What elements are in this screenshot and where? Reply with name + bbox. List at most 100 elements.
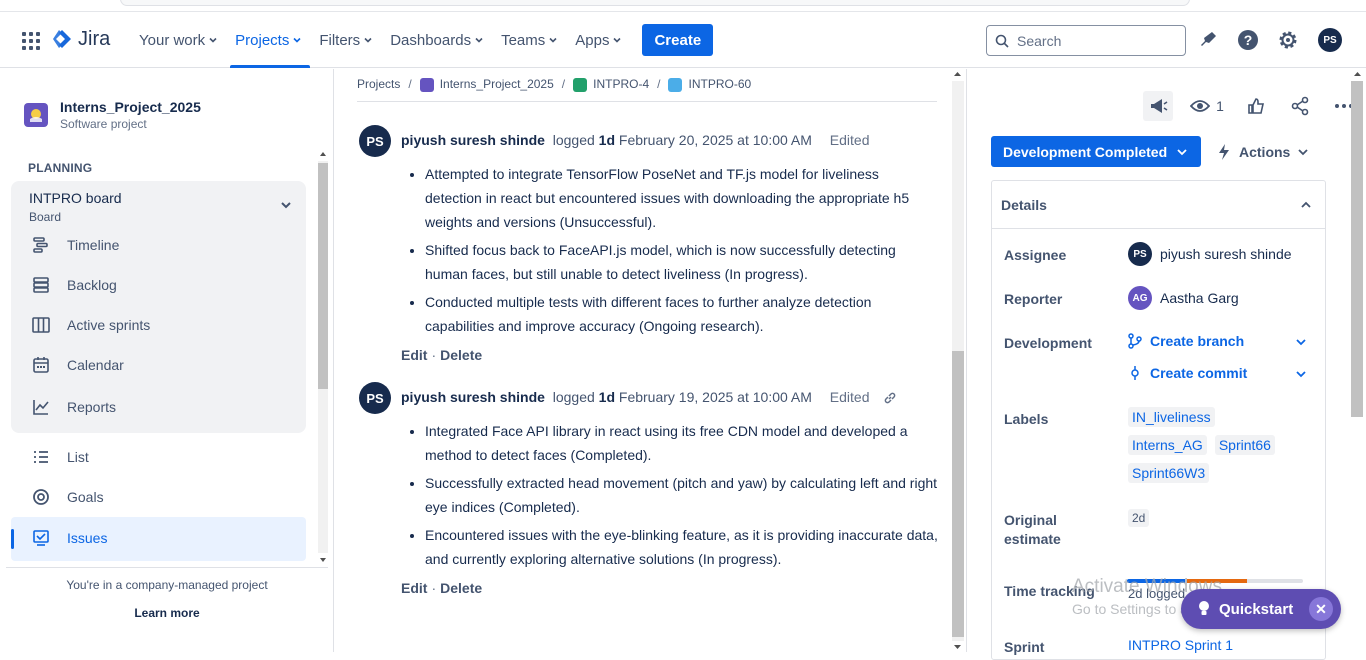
assignee-field[interactable]: PS piyush suresh shinde [1128,242,1292,266]
user-avatar[interactable]: PS [1318,28,1342,52]
chevron-down-icon[interactable] [280,199,292,211]
link-icon[interactable] [883,391,897,405]
learn-more-link[interactable]: Learn more [0,606,334,620]
nav-apps[interactable]: Apps [566,12,630,68]
help-icon[interactable]: ? [1236,28,1260,52]
avatar[interactable]: PS [359,125,391,157]
search-input[interactable]: Search [986,25,1186,56]
nav-teams[interactable]: Teams [492,12,566,68]
nav-dashboards[interactable]: Dashboards [381,12,492,68]
worklog-header: piyush suresh shinde logged 1d February … [401,389,897,405]
share-icon[interactable] [1285,91,1315,121]
details-header[interactable]: Details [992,181,1325,229]
watch-button[interactable]: 1 [1187,91,1227,121]
nav-label: Filters [319,31,361,49]
settings-gear-icon[interactable] [1276,28,1300,52]
list-item: Integrated Face API library in react usi… [425,419,939,467]
scroll-up-arrow-icon[interactable] [950,69,965,79]
assignee-name: piyush suresh shinde [1160,246,1292,262]
actions-label: Actions [1239,143,1291,160]
reporter-name: Aastha Garg [1160,290,1239,306]
story-icon [573,77,588,92]
edit-button[interactable]: Edit [401,347,427,363]
edit-button[interactable]: Edit [401,580,427,596]
nav-filters[interactable]: Filters [310,12,381,68]
sidebar-item-goals[interactable]: Goals [31,487,104,507]
chevron-up-icon[interactable] [1301,200,1311,210]
sidebar-item-calendar[interactable]: Calendar [31,355,124,375]
worklog-author[interactable]: piyush suresh shinde [401,389,545,405]
right-panel-scrollbar[interactable] [1349,69,1366,652]
scroll-down-arrow-icon[interactable] [316,555,330,565]
project-header[interactable]: Interns_Project_2025 Software project [24,99,201,131]
avatar[interactable]: PS [359,382,391,414]
label-chip[interactable]: Interns_AG [1128,435,1207,455]
delete-button[interactable]: Delete [440,347,482,363]
chevron-down-icon[interactable] [1296,337,1306,347]
worklog-date: February 20, 2025 at 10:00 AM [618,132,812,148]
project-name: Interns_Project_2025 [60,99,201,115]
sidebar-item-reports[interactable]: Reports [31,397,116,417]
board-title: INTPRO board [29,190,122,206]
sidebar-item-label: Issues [67,530,108,546]
jira-logo[interactable]: Jira [52,28,110,51]
list-item: Shifted focus back to FaceAPI.js model, … [425,238,939,286]
create-branch-link[interactable]: Create branch [1128,333,1308,349]
delete-button[interactable]: Delete [440,580,482,596]
notifications-icon[interactable] [1196,28,1220,52]
original-estimate-value: 2d [1128,509,1150,527]
sidebar-item-label: Reports [67,399,117,415]
close-icon[interactable]: ✕ [1309,597,1333,621]
breadcrumb-projects[interactable]: Projects [357,77,400,91]
commit-icon [1131,366,1139,380]
scroll-up-arrow-icon[interactable] [316,149,330,159]
actions-dropdown[interactable]: Actions [1217,136,1308,167]
main-scrollbar[interactable] [950,69,965,652]
chevron-down-icon [293,37,301,43]
worklog-logged-word: logged [552,132,595,148]
scroll-down-arrow-icon[interactable] [950,642,965,652]
chevron-down-icon[interactable] [1296,369,1306,379]
app-switcher-icon[interactable] [22,32,40,50]
nav-projects[interactable]: Projects [226,12,311,68]
nav-label: Teams [501,31,546,49]
breadcrumb-project[interactable]: Interns_Project_2025 [419,77,554,92]
issue-details-panel: 1 Development Completed Actions Details … [966,69,1366,660]
worklog-entry: PS piyush suresh shinde logged 1d Februa… [359,382,939,632]
worklog-actions: Edit · Delete [401,347,483,363]
quickstart-button[interactable]: Quickstart ✕ [1181,589,1341,629]
original-estimate-field[interactable]: 2d [1128,509,1150,527]
create-commit-label: Create commit [1150,365,1248,381]
sidebar-item-backlog[interactable]: Backlog [31,275,117,295]
worklog-author[interactable]: piyush suresh shinde [401,132,545,148]
watch-count: 1 [1216,98,1224,114]
create-button[interactable]: Create [642,24,714,56]
feedback-megaphone-icon[interactable] [1143,91,1173,121]
labels-label: Labels [1004,411,1049,427]
sidebar-item-issues[interactable]: Issues [31,528,107,548]
label-chip[interactable]: IN_liveliness [1128,407,1215,427]
search-placeholder: Search [1017,32,1062,49]
list-item: Attempted to integrate TensorFlow PoseNe… [425,162,939,234]
breadcrumb-issue[interactable]: INTPRO-60 [668,77,751,92]
create-commit-link[interactable]: Create commit [1128,365,1308,381]
sidebar-item-timeline[interactable]: Timeline [31,235,119,255]
sprint-link[interactable]: INTPRO Sprint 1 [1128,637,1233,653]
like-thumbs-up-icon[interactable] [1241,91,1271,121]
edited-label: Edited [829,132,870,148]
search-icon [995,34,1009,48]
scroll-up-arrow-icon[interactable] [1349,69,1366,79]
breadcrumb-epic[interactable]: INTPRO-4 [573,77,649,92]
branch-icon [1128,333,1142,349]
nav-your-work[interactable]: Your work [130,12,226,68]
label-chip[interactable]: Sprint66 [1214,435,1275,455]
top-navigation: Jira Your work Projects Filters Dashboar… [0,12,1366,68]
sidebar-item-active-sprints[interactable]: Active sprints [31,315,150,335]
sidebar-item-list[interactable]: List [31,447,89,467]
label-chip[interactable]: Sprint66W3 [1128,463,1210,483]
board-switcher[interactable]: INTPRO board Board [29,190,122,224]
breadcrumb-divider [357,101,937,102]
status-dropdown[interactable]: Development Completed [991,136,1202,167]
reporter-field[interactable]: AG Aastha Garg [1128,286,1239,310]
sidebar-scrollbar[interactable] [316,149,330,565]
